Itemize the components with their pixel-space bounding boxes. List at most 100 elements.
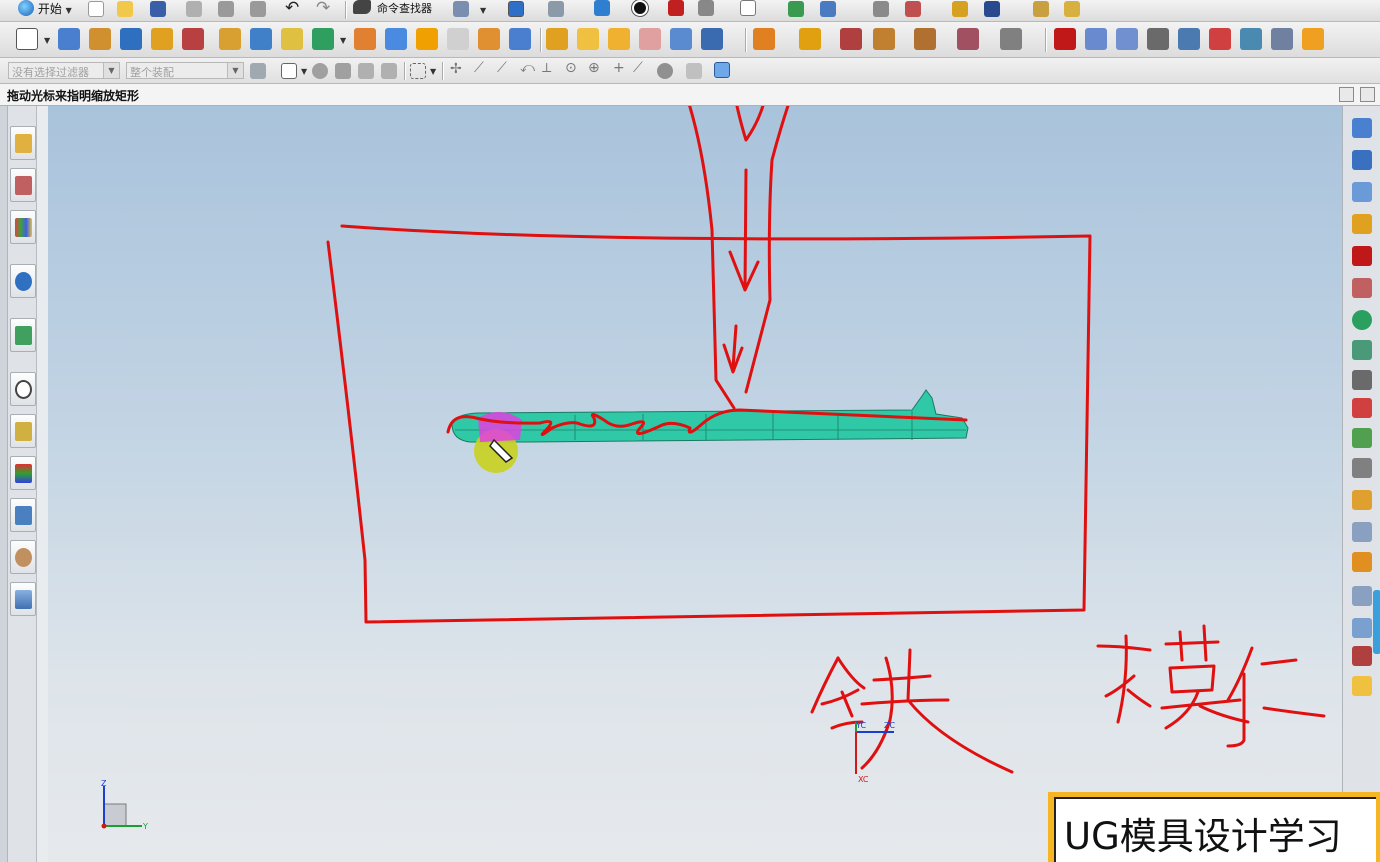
assembly-icon[interactable]: [1147, 28, 1169, 50]
roles-tab[interactable]: [10, 540, 36, 574]
unite-icon[interactable]: [312, 28, 334, 50]
ejector-icon[interactable]: [957, 28, 979, 50]
orient-view-icon[interactable]: [548, 1, 564, 17]
edge-blend-icon[interactable]: [416, 28, 438, 50]
intersect-icon[interactable]: [1352, 370, 1372, 390]
part-navigator-tab[interactable]: [10, 168, 36, 202]
subtract-icon[interactable]: [1352, 340, 1372, 360]
blend-icon[interactable]: [1352, 618, 1372, 638]
cooling-icon[interactable]: [1000, 28, 1022, 50]
fit-view-icon[interactable]: [508, 1, 524, 17]
mesh-icon[interactable]: [1116, 28, 1138, 50]
feature-rule-icon[interactable]: [381, 63, 397, 79]
general-selection-icon[interactable]: [250, 63, 266, 79]
measure-distance-icon[interactable]: [1033, 1, 1049, 17]
slider-icon[interactable]: [873, 28, 895, 50]
face-rule-icon[interactable]: [335, 63, 351, 79]
process-studio-tab[interactable]: [10, 498, 36, 532]
boss-icon[interactable]: [250, 28, 272, 50]
hide-icon[interactable]: [698, 0, 714, 16]
reuse-library-tab[interactable]: [10, 210, 36, 244]
parting-icon[interactable]: [799, 28, 821, 50]
cylinder-icon[interactable]: [1352, 246, 1372, 266]
draft-icon[interactable]: [509, 28, 531, 50]
dropdown-arrow-icon[interactable]: ▼: [430, 67, 436, 76]
revolve-icon[interactable]: [89, 28, 111, 50]
new-file-icon[interactable]: [88, 1, 104, 17]
assembly-navigator-tab[interactable]: [10, 126, 36, 160]
datum-plane-icon[interactable]: [281, 28, 303, 50]
offset-face-icon[interactable]: [1352, 490, 1372, 510]
dropdown-arrow-icon[interactable]: ▼: [480, 6, 486, 15]
end-point-snap-icon[interactable]: ✢: [450, 61, 462, 77]
dropdown-arrow-icon[interactable]: ▼: [44, 36, 50, 45]
sweep-icon[interactable]: [1352, 182, 1372, 202]
boolean-icon[interactable]: [1352, 278, 1372, 298]
body-rule-icon[interactable]: [358, 63, 374, 79]
cut-icon[interactable]: [186, 1, 202, 17]
insert-icon[interactable]: [840, 28, 862, 50]
line-snap-icon[interactable]: ⟋: [474, 60, 484, 76]
section-view-icon[interactable]: [668, 0, 684, 16]
nc-icon[interactable]: [1302, 28, 1324, 50]
drafting-icon[interactable]: [1178, 28, 1200, 50]
thicken-icon[interactable]: [608, 28, 630, 50]
motion-icon[interactable]: [1209, 28, 1231, 50]
redo-icon[interactable]: ↷: [316, 0, 330, 18]
measure-angle-icon[interactable]: [1064, 1, 1080, 17]
snap-point-toggle-icon[interactable]: [281, 63, 297, 79]
color-palette-tab[interactable]: [10, 456, 36, 490]
sheetmetal-icon[interactable]: [1240, 28, 1262, 50]
resource-bar-scrollbar[interactable]: [1373, 590, 1380, 654]
background-icon[interactable]: [740, 0, 756, 16]
inferred-snap-icon[interactable]: [714, 62, 730, 78]
cylinder-icon[interactable]: [151, 28, 173, 50]
solid-icon[interactable]: [1054, 28, 1076, 50]
quick-pick-icon[interactable]: [984, 1, 1000, 17]
analysis-icon[interactable]: [905, 1, 921, 17]
clock-history-tab[interactable]: [10, 372, 36, 406]
block-icon[interactable]: [120, 28, 142, 50]
plane-icon[interactable]: [1352, 428, 1372, 448]
render-style-icon[interactable]: [594, 0, 610, 16]
graphics-window[interactable]: YC ZC XC Z Y: [48, 106, 1342, 862]
revolve-icon[interactable]: [1352, 150, 1372, 170]
trim-icon[interactable]: [1352, 458, 1372, 478]
save-icon[interactable]: [150, 1, 166, 17]
arc-center-snap-icon[interactable]: ⊙: [565, 60, 577, 76]
quadrant-snap-icon[interactable]: ⊕: [588, 60, 600, 76]
cone-icon[interactable]: [182, 28, 204, 50]
chamfer-icon[interactable]: [1352, 646, 1372, 666]
restore-window-icon[interactable]: [1339, 87, 1354, 102]
copy-icon[interactable]: [218, 1, 234, 17]
mold-base-icon[interactable]: [914, 28, 936, 50]
snap-point-icon[interactable]: [952, 1, 968, 17]
move-object-icon[interactable]: [820, 1, 836, 17]
hole-icon[interactable]: [219, 28, 241, 50]
intersection-snap-icon[interactable]: ⟂: [542, 60, 551, 76]
sew-icon[interactable]: [577, 28, 599, 50]
draft-icon[interactable]: [1352, 676, 1372, 696]
rectangle-select-icon[interactable]: [410, 63, 426, 79]
system-materials-tab[interactable]: [10, 414, 36, 448]
paste-icon[interactable]: [250, 1, 266, 17]
extrude-icon[interactable]: [58, 28, 80, 50]
type-filter-dropdown[interactable]: 没有选择过滤器 ▼: [8, 62, 120, 79]
point-on-face-snap-icon[interactable]: [657, 63, 673, 79]
selection-scope-dropdown[interactable]: 整个装配 ▼: [126, 62, 244, 79]
existing-point-snap-icon[interactable]: +: [613, 60, 625, 76]
selection-icon[interactable]: [453, 1, 469, 17]
point-on-curve-snap-icon[interactable]: ⟋: [633, 60, 643, 76]
split-body-icon[interactable]: [385, 28, 407, 50]
patch-icon[interactable]: [639, 28, 661, 50]
system-scenes-tab[interactable]: [10, 582, 36, 616]
dropdown-arrow-icon[interactable]: ▼: [340, 36, 346, 45]
command-finder-button[interactable]: 命令查找器: [353, 0, 432, 16]
bounded-grid-snap-icon[interactable]: [686, 63, 702, 79]
start-menu-button[interactable]: 开始 ▼: [18, 0, 72, 18]
undo-icon[interactable]: ↶: [285, 0, 299, 18]
wcs-icon[interactable]: [788, 1, 804, 17]
open-folder-icon[interactable]: [117, 1, 133, 17]
surface-icon[interactable]: [1085, 28, 1107, 50]
chamfer-icon[interactable]: [447, 28, 469, 50]
